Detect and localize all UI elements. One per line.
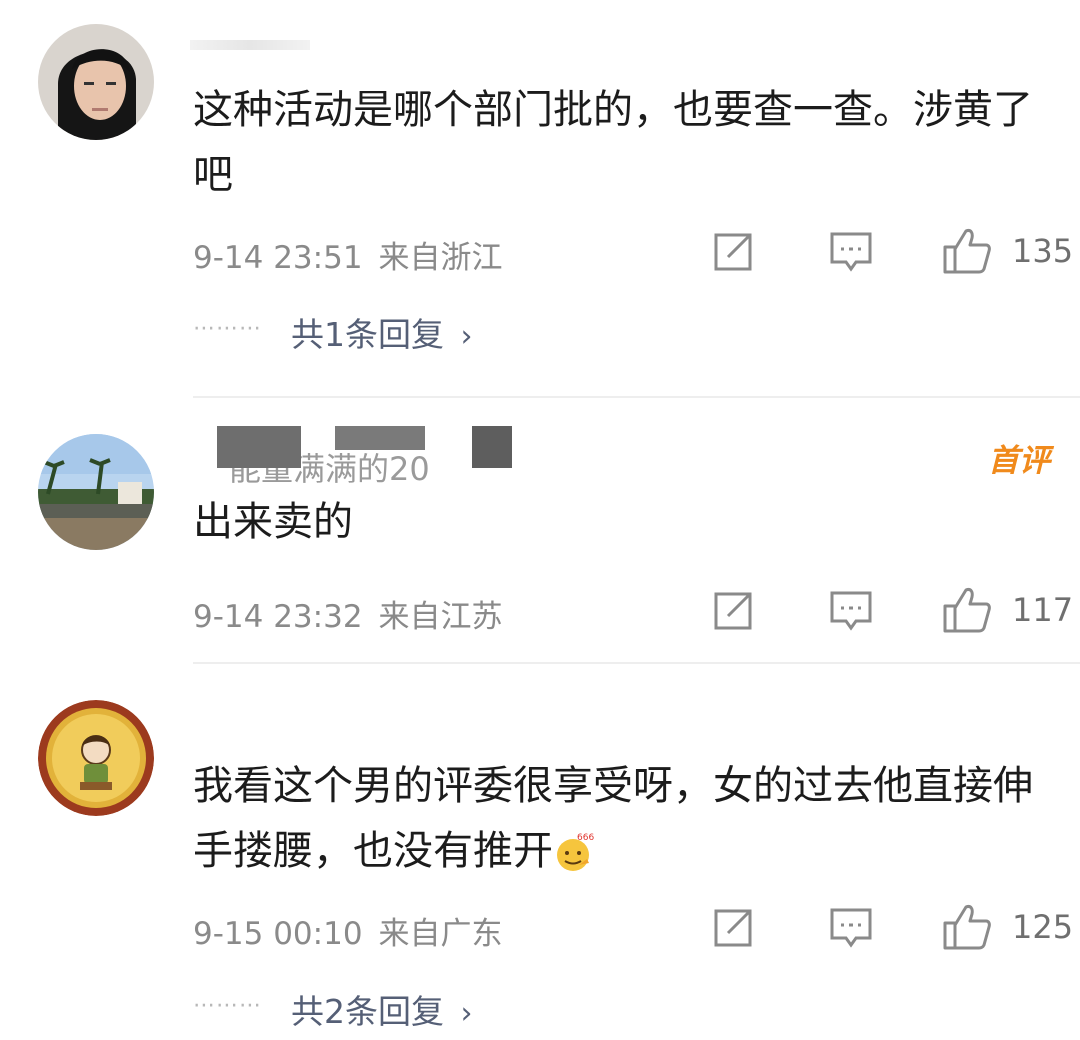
comment-text-body: 我看这个男的评委很享受呀，女的过去他直接伸手搂腰，也没有推开 <box>193 763 1033 874</box>
dots-divider: ⋯⋯⋯ <box>193 993 262 1018</box>
comment-text: 这种活动是哪个部门批的，也要查一查。涉黄了吧 <box>193 87 1033 198</box>
comment-location: 来自广东 <box>378 916 503 952</box>
thumbs-up-icon[interactable] <box>942 586 992 634</box>
divider <box>193 662 1080 664</box>
avatar[interactable] <box>38 434 154 550</box>
dots-divider: ⋯⋯⋯ <box>193 316 262 341</box>
comment-text: 出来卖的 <box>193 499 353 545</box>
username[interactable]: 能量满满的20 <box>217 426 517 488</box>
chevron-right-icon: › <box>460 996 473 1031</box>
comment-icon[interactable] <box>829 231 873 273</box>
like-count: 135 <box>1012 232 1074 270</box>
comment-text: 我看这个男的评委很享受呀，女的过去他直接伸手搂腰，也没有推开 666 <box>193 754 1063 884</box>
username-blurred[interactable] <box>190 40 310 50</box>
share-icon[interactable] <box>712 907 754 949</box>
avatar[interactable] <box>38 24 154 140</box>
comment-icon[interactable] <box>829 907 873 949</box>
comment-icon[interactable] <box>829 590 873 632</box>
first-comment-badge: 首评 <box>988 443 1050 479</box>
divider <box>193 396 1080 398</box>
comment-date: 9-14 23:51 <box>193 240 363 276</box>
comment-meta: 9-15 00:10 来自广东 <box>193 908 503 953</box>
comment-location: 来自江苏 <box>378 599 503 635</box>
comment-meta: 9-14 23:32 来自江苏 <box>193 591 503 636</box>
svg-text:666: 666 <box>577 833 594 843</box>
thumbs-up-icon[interactable] <box>942 903 992 951</box>
chevron-right-icon: › <box>460 319 473 354</box>
view-replies-link[interactable]: 共1条回复 › <box>291 308 473 356</box>
like-count: 125 <box>1012 908 1074 946</box>
replies-label: 共2条回复 <box>291 992 444 1031</box>
like-count: 117 <box>1012 591 1074 629</box>
comment-date: 9-15 00:10 <box>193 916 363 952</box>
view-replies-link[interactable]: 共2条回复 › <box>291 985 473 1033</box>
share-icon[interactable] <box>712 231 754 273</box>
replies-label: 共1条回复 <box>291 315 444 354</box>
comment-location: 来自浙江 <box>378 240 503 276</box>
comment-meta: 9-14 23:51 来自浙江 <box>193 232 503 277</box>
comment-date: 9-14 23:32 <box>193 599 363 635</box>
thumbs-up-icon[interactable] <box>942 227 992 275</box>
emoji-666-icon: 666 <box>553 828 595 871</box>
share-icon[interactable] <box>712 590 754 632</box>
avatar[interactable] <box>38 700 154 816</box>
